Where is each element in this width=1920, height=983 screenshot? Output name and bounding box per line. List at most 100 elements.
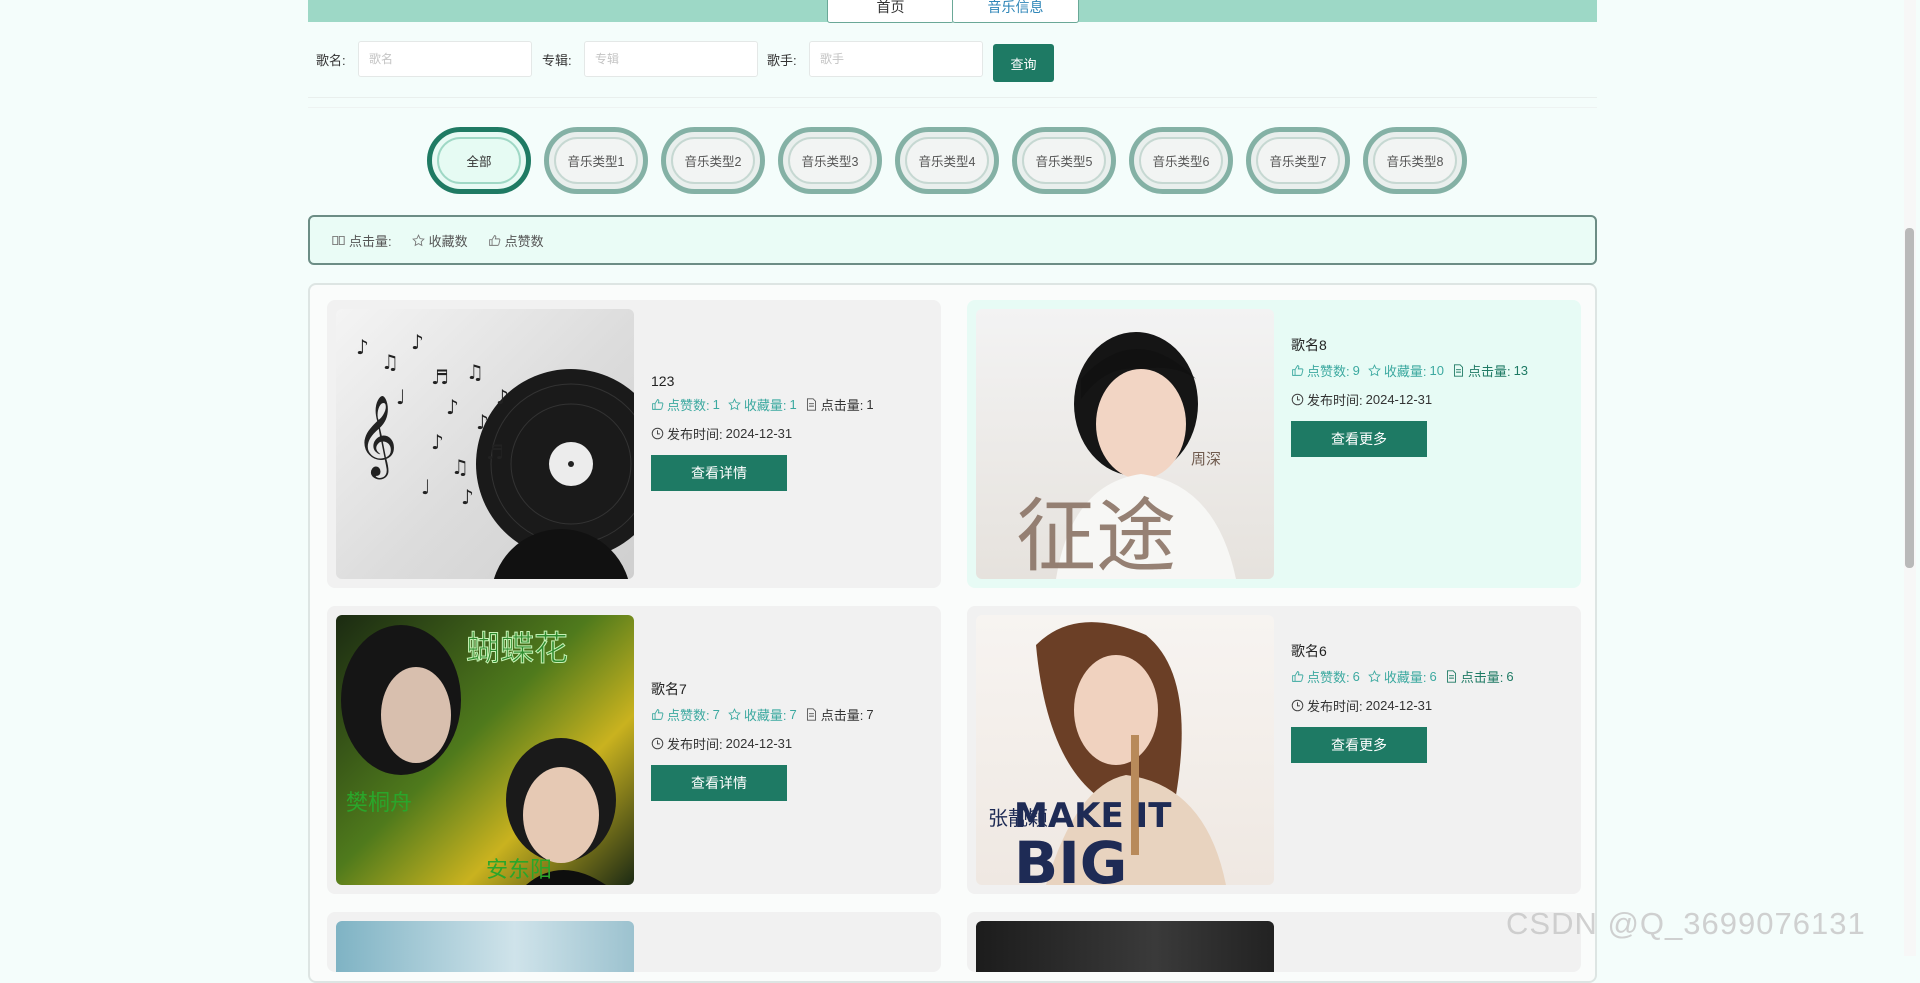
music-info: 123 点赞数: 1 收藏量: 1 点击量: 1 发布时间: 2024-12-3… — [651, 373, 874, 491]
publish-date-label: 发布时间: — [667, 737, 723, 752]
sort-by-favorites[interactable]: 收藏数 — [411, 231, 468, 250]
clicks-stat: 点击量: 7 — [805, 705, 874, 724]
thumbs-up-icon — [652, 709, 664, 720]
divider — [308, 107, 1597, 108]
category-type-4[interactable]: 音乐类型4 — [895, 127, 999, 194]
likes-label: 点赞数: — [667, 398, 710, 413]
cover-title-text: BIG — [1014, 829, 1127, 885]
music-stats: 点赞数: 1 收藏量: 1 点击量: 1 — [651, 395, 874, 414]
music-card[interactable] — [967, 912, 1581, 972]
thumbs-up-icon — [1292, 671, 1304, 682]
clicks-count: 1 — [866, 397, 874, 412]
thumbs-up-icon — [488, 234, 500, 246]
music-stats: 点赞数: 7 收藏量: 7 点击量: 7 — [651, 705, 874, 724]
category-label: 音乐类型4 — [905, 137, 989, 184]
song-name: 123 — [651, 373, 675, 389]
svg-text:♪: ♪ — [476, 410, 489, 434]
publish-date: 发布时间: 2024-12-31 — [651, 734, 874, 753]
sort-clicks-label: 点击量: — [349, 233, 392, 249]
document-icon — [1453, 364, 1463, 377]
category-type-5[interactable]: 音乐类型5 — [1012, 127, 1116, 194]
category-type-6[interactable]: 音乐类型6 — [1129, 127, 1233, 194]
favorites-count: 6 — [1429, 669, 1437, 684]
singer-input[interactable] — [809, 41, 983, 77]
view-details-button[interactable]: 查看详情 — [651, 455, 787, 491]
favorites-label: 收藏量: — [1383, 364, 1427, 379]
category-type-7[interactable]: 音乐类型7 — [1246, 127, 1350, 194]
singer-label: 歌手: — [767, 53, 797, 68]
likes-count: 1 — [712, 397, 720, 412]
publish-date: 发布时间: 2024-12-31 — [1291, 696, 1571, 715]
svg-text:♩: ♩ — [421, 475, 430, 499]
album-cover: 𝄞 ♪ ♫ ♪ ♬ ♩ ♪ ♫ ♪ ♬ ♪ ♫ ♩ ♪ ♪ — [336, 309, 634, 579]
thumbs-up-icon — [1292, 365, 1304, 376]
music-card[interactable]: 蝴蝶花 樊桐舟 安东阳 歌名7 点赞数: 7 收藏量: 7 点击量: 7 发布时… — [327, 606, 941, 894]
cover-title-text: 蝴蝶花 — [466, 629, 568, 669]
music-card[interactable] — [327, 912, 941, 972]
category-label: 音乐类型6 — [1139, 137, 1223, 184]
music-card[interactable]: 𝄞 ♪♫♪ ♬♩♪ ♫♪♬ ♪♫♩ ♪♪ 123 点赞数: 1 — [327, 300, 941, 588]
album-cover — [976, 921, 1274, 972]
clock-icon — [651, 737, 664, 750]
song-name-input[interactable] — [358, 41, 532, 77]
tab-home[interactable]: 首页 — [827, 0, 954, 23]
favorites-label: 收藏量: — [743, 708, 787, 723]
svg-text:♩: ♩ — [396, 385, 405, 409]
view-more-button[interactable]: 查看更多 — [1291, 421, 1427, 457]
favorites-stat: 收藏量: 6 — [1368, 667, 1437, 686]
search-button[interactable]: 查询 — [993, 44, 1054, 82]
clicks-stat: 点击量: 6 — [1445, 667, 1514, 686]
music-card[interactable]: 征途 周深 歌名8 点赞数: 9 收藏量: 10 点击量: 13 发布时间: 2… — [967, 300, 1581, 588]
clock-icon — [651, 427, 664, 440]
thumbs-up-icon — [652, 399, 664, 410]
document-icon — [806, 398, 816, 411]
clicks-count: 13 — [1513, 363, 1529, 378]
category-type-3[interactable]: 音乐类型3 — [778, 127, 882, 194]
publish-date-label: 发布时间: — [1307, 393, 1363, 408]
publish-date-value: 2024-12-31 — [725, 426, 793, 441]
svg-text:♬: ♬ — [431, 365, 449, 389]
watermark: CSDN @Q_3699076131 — [1506, 906, 1866, 941]
svg-text:♪: ♪ — [461, 485, 474, 509]
clicks-label: 点击量: — [1460, 670, 1504, 685]
duet-cover-illustration: 蝴蝶花 樊桐舟 安东阳 — [341, 625, 616, 885]
clicks-count: 6 — [1506, 669, 1514, 684]
vinyl-notes-illustration: 𝄞 ♪♫♪ ♬♩ ♪ ♫♪♬ ♪♫♩ ♪♪ — [356, 330, 634, 579]
category-type-8[interactable]: 音乐类型8 — [1363, 127, 1467, 194]
top-nav-bar: 首页 音乐信息 — [308, 0, 1597, 23]
favorites-stat: 收藏量: 7 — [728, 705, 797, 724]
clicks-label: 点击量: — [1467, 364, 1511, 379]
view-details-button[interactable]: 查看详情 — [651, 765, 787, 801]
svg-text:♪: ♪ — [496, 385, 509, 409]
music-info: 歌名7 点赞数: 7 收藏量: 7 点击量: 7 发布时间: 2024-12-3… — [651, 679, 874, 801]
likes-count: 7 — [712, 707, 720, 722]
song-name: 歌名7 — [651, 681, 687, 697]
sort-by-clicks[interactable]: 点击量: — [332, 231, 392, 250]
sort-likes-label: 点赞数 — [504, 233, 544, 249]
clock-icon — [1291, 393, 1304, 406]
scrollbar-thumb[interactable] — [1905, 228, 1914, 568]
music-card[interactable]: 张靓颖 MAKE IT BIG 歌名6 点赞数: 6 收藏量: 6 点击量: 6… — [967, 606, 1581, 894]
view-more-button[interactable]: 查看更多 — [1291, 727, 1427, 763]
category-type-2[interactable]: 音乐类型2 — [661, 127, 765, 194]
publish-date: 发布时间: 2024-12-31 — [1291, 390, 1571, 409]
clock-icon — [1291, 699, 1304, 712]
category-all[interactable]: 全部 — [427, 127, 531, 194]
likes-label: 点赞数: — [1307, 670, 1350, 685]
singer-portrait-illustration: 征途 周深 — [1016, 332, 1236, 579]
category-type-1[interactable]: 音乐类型1 — [544, 127, 648, 194]
album-cover — [336, 921, 634, 972]
album-input[interactable] — [584, 41, 758, 77]
cover-artist-text: 周深 — [1191, 450, 1221, 468]
clicks-stat: 点击量: 13 — [1452, 361, 1528, 380]
likes-count: 9 — [1352, 363, 1360, 378]
book-icon — [332, 235, 345, 245]
publish-date-label: 发布时间: — [1307, 699, 1363, 714]
svg-text:♬: ♬ — [486, 440, 504, 464]
tab-music-info[interactable]: 音乐信息 — [952, 0, 1079, 23]
song-name-label: 歌名: — [316, 53, 346, 68]
sort-by-likes[interactable]: 点赞数 — [488, 231, 544, 250]
svg-text:𝄞: 𝄞 — [356, 394, 397, 479]
likes-label: 点赞数: — [1307, 364, 1350, 379]
likes-stat: 点赞数: 6 — [1291, 667, 1360, 686]
